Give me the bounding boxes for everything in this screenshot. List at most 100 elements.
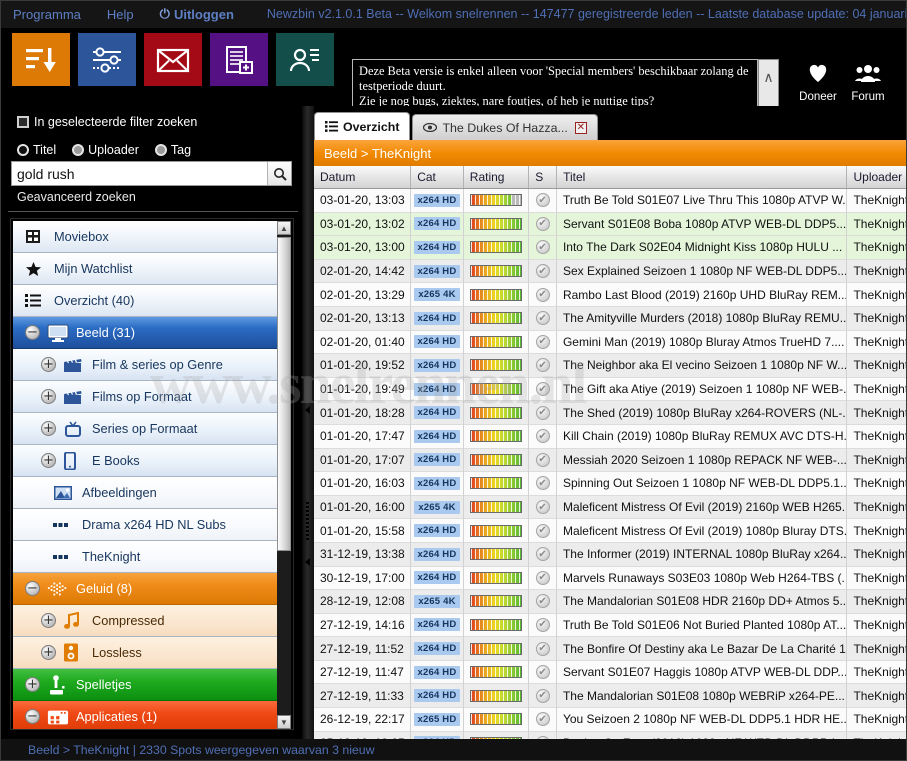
table-row[interactable]: 01-01-20, 16:03 x264 HD ✔ Spinning Out Seiz… <box>314 471 907 496</box>
sidebar-item-afbeeldingen[interactable]: Afbeeldingen <box>13 477 278 509</box>
table-row[interactable]: 26-12-19, 22:17 x265 HD ✔ You Seizoen 2 108… <box>314 707 907 732</box>
expand-expander[interactable]: + <box>25 677 40 692</box>
check-icon[interactable]: ✔ <box>535 476 550 491</box>
sidebar-scrollbar[interactable]: ▲ ▼ <box>277 221 291 729</box>
sidebar-item-spelletjes[interactable]: + Spelletjes <box>13 669 278 701</box>
check-icon[interactable]: ✔ <box>535 617 550 632</box>
column-header-rating[interactable]: Rating <box>464 166 530 188</box>
cell-status[interactable]: ✔ <box>529 353 557 378</box>
check-icon[interactable]: ✔ <box>535 688 550 703</box>
check-icon[interactable]: ✔ <box>535 405 550 420</box>
table-row[interactable]: 27-12-19, 11:47 x264 HD ✔ Servant S01E07 Ha… <box>314 660 907 685</box>
messages-button[interactable] <box>144 33 202 86</box>
table-row[interactable]: 01-01-20, 17:07 x264 HD ✔ Messiah 2020 Seiz… <box>314 448 907 473</box>
sidebar-item-compressed[interactable]: + Compressed <box>13 605 278 637</box>
table-row[interactable]: 31-12-19, 13:38 x264 HD ✔ The Informer (201… <box>314 542 907 567</box>
panel-splitter[interactable] <box>302 106 314 739</box>
cell-status[interactable]: ✔ <box>529 259 557 283</box>
cell-status[interactable]: ✔ <box>529 707 557 732</box>
table-row[interactable]: 01-01-20, 19:49 x264 HD ✔ The Gift aka Atiy… <box>314 377 907 402</box>
check-icon[interactable]: ✔ <box>535 287 550 302</box>
sidebar-item-theknight[interactable]: TheKnight <box>13 541 278 573</box>
cell-status[interactable]: ✔ <box>529 282 557 307</box>
tab-the-dukes-of-hazzard[interactable]: The Dukes Of Hazza... ✕ <box>412 114 598 140</box>
sidebar-item-beeld[interactable]: − Beeld (31) <box>13 317 278 349</box>
check-icon[interactable]: ✔ <box>535 452 550 467</box>
cell-status[interactable]: ✔ <box>529 683 557 708</box>
donate-link[interactable]: Doneer <box>793 62 843 103</box>
cell-status[interactable]: ✔ <box>529 589 557 614</box>
menu-item-programma[interactable]: Programma <box>0 7 94 22</box>
search-input[interactable] <box>12 165 267 182</box>
filter-scope-checkbox[interactable]: In geselecteerde filter zoeken <box>17 115 197 129</box>
collapse-expander[interactable]: − <box>25 325 40 340</box>
download-sort-button[interactable] <box>12 33 70 86</box>
sidebar-item-films-op-formaat[interactable]: + Films op Formaat <box>13 381 278 413</box>
table-row[interactable]: 30-12-19, 17:00 x264 HD ✔ Marvels Runaways … <box>314 566 907 591</box>
cell-status[interactable]: ✔ <box>529 542 557 566</box>
checkbox-box[interactable] <box>17 116 29 128</box>
check-icon[interactable]: ✔ <box>535 311 550 326</box>
check-icon[interactable]: ✔ <box>535 523 550 538</box>
cell-status[interactable]: ✔ <box>529 448 557 472</box>
cell-status[interactable]: ✔ <box>529 424 557 449</box>
sidebar-item-geluid[interactable]: − Geluid (8) <box>13 573 278 605</box>
expand-expander[interactable]: + <box>41 389 56 404</box>
cell-status[interactable]: ✔ <box>529 471 557 496</box>
notice-scroll-up-arrow[interactable]: ∧ <box>763 70 773 84</box>
check-icon[interactable]: ✔ <box>535 712 550 727</box>
expand-expander[interactable]: + <box>41 453 56 468</box>
table-row[interactable]: 02-01-20, 01:40 x264 HD ✔ Gemini Man (2019)… <box>314 330 907 355</box>
cell-status[interactable]: ✔ <box>529 660 557 684</box>
search-box[interactable] <box>11 161 292 186</box>
radio-uploader-dot[interactable] <box>72 144 85 156</box>
table-row[interactable]: 02-01-20, 13:29 x265 4K ✔ Rambo Last Blood … <box>314 282 907 307</box>
table-row[interactable]: 03-01-20, 13:00 x264 HD ✔ Into The Dark S02… <box>314 235 907 260</box>
table-row[interactable]: 03-01-20, 13:02 x264 HD ✔ Servant S01E08 Bo… <box>314 212 907 237</box>
check-icon[interactable]: ✔ <box>535 334 550 349</box>
filters-button[interactable] <box>78 33 136 86</box>
collapse-expander[interactable]: − <box>25 581 40 596</box>
column-header-datum[interactable]: Datum <box>314 166 412 188</box>
radio-tag[interactable]: Tag <box>154 143 191 157</box>
cell-status[interactable]: ✔ <box>529 636 557 661</box>
check-icon[interactable]: ✔ <box>535 429 550 444</box>
sidebar-item-overzicht[interactable]: Overzicht (40) <box>13 285 278 317</box>
sidebar-item-e-books[interactable]: + E Books <box>13 445 278 477</box>
column-header-uploader[interactable]: Uploader <box>847 166 907 188</box>
table-row[interactable]: 27-12-19, 11:52 x264 HD ✔ The Bonfire Of De… <box>314 636 907 661</box>
sidebar-item-moviebox[interactable]: Moviebox <box>13 221 278 253</box>
sidebar-item-mijn-watchlist[interactable]: Mijn Watchlist <box>13 253 278 285</box>
sidebar-item-lossless[interactable]: + Lossless <box>13 637 278 669</box>
cell-status[interactable]: ✔ <box>529 566 557 590</box>
check-icon[interactable]: ✔ <box>535 594 550 609</box>
close-icon[interactable]: ✕ <box>574 121 587 134</box>
table-row[interactable]: 27-12-19, 14:16 x264 HD ✔ Truth Be Told S01… <box>314 613 907 638</box>
cell-status[interactable]: ✔ <box>529 613 557 637</box>
expand-expander[interactable]: + <box>41 357 56 372</box>
cell-status[interactable]: ✔ <box>529 330 557 354</box>
table-row[interactable]: 01-01-20, 18:28 x264 HD ✔ The Shed (2019) 1… <box>314 400 907 425</box>
new-report-button[interactable] <box>210 33 268 86</box>
splitter-arrow-down[interactable] <box>305 558 310 566</box>
expand-expander[interactable]: + <box>41 645 56 660</box>
sidebar-item-film-series-op-genre[interactable]: + Film & series op Genre <box>13 349 278 381</box>
column-header-cat[interactable]: Cat <box>411 166 464 188</box>
cell-status[interactable]: ✔ <box>529 306 557 331</box>
radio-tag-dot[interactable] <box>154 144 167 156</box>
collapse-expander[interactable]: − <box>25 709 40 724</box>
check-icon[interactable]: ✔ <box>535 665 550 680</box>
cell-status[interactable]: ✔ <box>529 400 557 425</box>
check-icon[interactable]: ✔ <box>535 570 550 585</box>
cell-status[interactable]: ✔ <box>529 235 557 260</box>
cell-status[interactable]: ✔ <box>529 212 557 236</box>
check-icon[interactable]: ✔ <box>535 382 550 397</box>
check-icon[interactable]: ✔ <box>535 216 550 231</box>
sidebar-item-drama-x264-hd-nl-subs[interactable]: Drama x264 HD NL Subs <box>13 509 278 541</box>
splitter-grip[interactable] <box>306 502 309 540</box>
table-row[interactable]: 28-12-19, 12:08 x265 4K ✔ The Mandalorian S… <box>314 589 907 614</box>
check-icon[interactable]: ✔ <box>535 641 550 656</box>
cell-status[interactable]: ✔ <box>529 377 557 401</box>
check-icon[interactable]: ✔ <box>535 358 550 373</box>
scroll-down-arrow[interactable]: ▼ <box>277 715 291 729</box>
